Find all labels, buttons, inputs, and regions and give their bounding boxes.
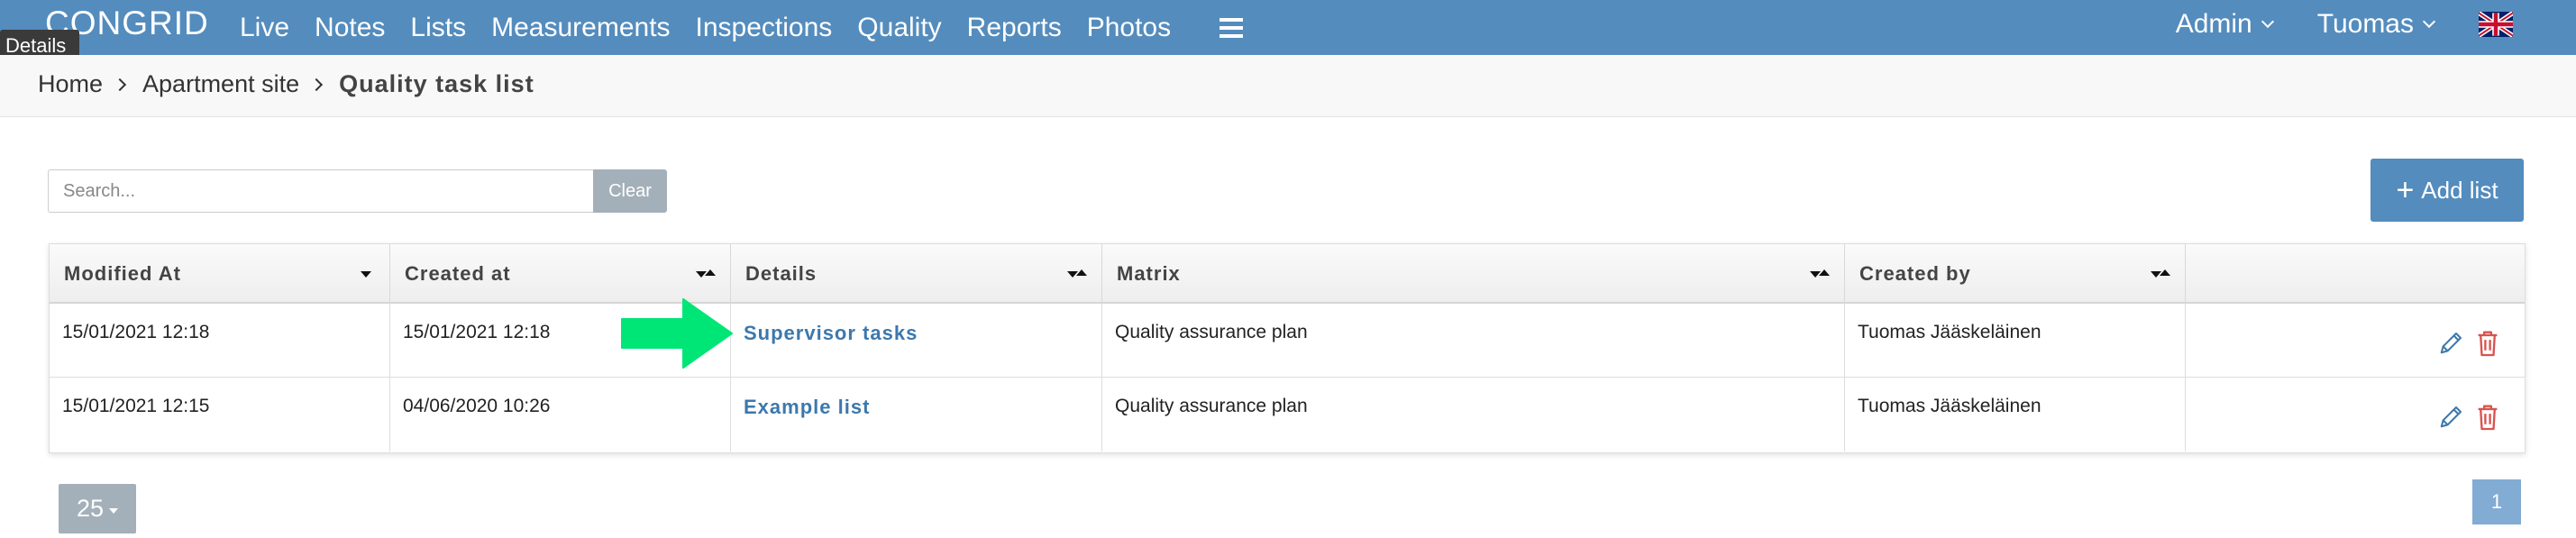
delete-trash-icon[interactable] [2476,403,2499,432]
cell-details-link[interactable]: Supervisor tasks [731,304,1102,378]
sort-icon [696,264,716,282]
main-nav: Live Notes Lists Measurements Inspection… [240,0,1244,55]
nav-quality[interactable]: Quality [845,4,954,52]
column-label: Modified At [64,262,181,285]
sort-icon [1067,264,1087,282]
admin-label: Admin [2175,9,2252,39]
cell-created-at: 04/06/2020 10:26 [390,378,731,451]
quality-list-table: Modified At Created at Details Matrix Cr… [49,243,2526,453]
column-details[interactable]: Details [731,244,1102,304]
chevron-down-icon [2422,14,2436,29]
column-label: Matrix [1117,262,1181,285]
column-label: Created at [405,262,511,285]
chevron-down-icon [2261,14,2274,29]
cell-modified-at: 15/01/2021 12:15 [50,378,390,451]
search-input[interactable] [48,169,593,213]
column-created-by[interactable]: Created by [1845,244,2186,304]
cell-created-by: Tuomas Jääskeläinen [1845,378,2186,451]
user-dropdown[interactable]: Tuomas [2316,9,2436,40]
page-size-dropdown[interactable]: 25 [59,484,136,533]
uk-flag-icon[interactable] [2479,12,2513,37]
column-actions [2186,244,2525,304]
nav-photos[interactable]: Photos [1074,4,1183,52]
nav-inspections[interactable]: Inspections [683,4,845,52]
green-arrow-annotation-icon [621,298,733,369]
breadcrumb-bar: Home Apartment site Quality task list [0,55,2576,117]
list-menu-icon[interactable] [1219,17,1244,38]
column-label: Created by [1859,262,1971,285]
column-matrix[interactable]: Matrix [1102,244,1845,304]
nav-measurements[interactable]: Measurements [479,4,682,52]
admin-dropdown[interactable]: Admin [2175,9,2274,40]
nav-live[interactable]: Live [240,4,302,52]
edit-pencil-icon[interactable] [2438,329,2465,356]
table-row: 15/01/2021 12:15 04/06/2020 10:26 Exampl… [50,378,2525,451]
breadcrumb-home[interactable]: Home [38,70,103,98]
sort-icon [2151,264,2170,282]
plus-icon: + [2396,173,2415,207]
breadcrumb-current: Quality task list [339,70,534,97]
column-modified-at[interactable]: Modified At [50,244,390,304]
cell-modified-at: 15/01/2021 12:18 [50,304,390,378]
sort-icon [1810,264,1830,282]
cell-matrix: Quality assurance plan [1102,378,1845,451]
nav-lists[interactable]: Lists [397,4,479,52]
breadcrumb: Home Apartment site Quality task list [38,70,534,98]
table-header: Modified At Created at Details Matrix Cr… [50,244,2525,304]
sort-desc-icon [355,264,373,282]
cell-actions [2186,378,2525,451]
table-row: 15/01/2021 12:18 15/01/2021 12:18 Superv… [50,304,2525,378]
breadcrumb-site[interactable]: Apartment site [142,70,299,98]
nav-right: Admin Tuomas [2176,0,2576,49]
column-label: Details [745,262,818,285]
delete-trash-icon[interactable] [2476,329,2499,358]
clear-button[interactable]: Clear [593,169,667,213]
add-list-button[interactable]: + Add list [2370,159,2524,222]
top-navbar: CONGRID Live Notes Lists Measurements In… [0,0,2576,55]
nav-notes[interactable]: Notes [302,4,397,52]
edit-pencil-icon[interactable] [2438,403,2465,430]
add-list-label: Add list [2421,176,2498,204]
cell-details-link[interactable]: Example list [731,378,1102,451]
cell-matrix: Quality assurance plan [1102,304,1845,378]
user-label: Tuomas [2316,9,2414,39]
caret-down-icon [109,507,119,514]
nav-reports[interactable]: Reports [955,4,1074,52]
page-size-label: 25 [76,495,105,522]
chevron-right-icon [113,78,127,91]
chevron-right-icon [310,78,324,91]
column-created-at[interactable]: Created at [390,244,731,304]
cell-actions [2186,304,2525,378]
cell-created-by: Tuomas Jääskeläinen [1845,304,2186,378]
page-1-button[interactable]: 1 [2472,479,2521,524]
